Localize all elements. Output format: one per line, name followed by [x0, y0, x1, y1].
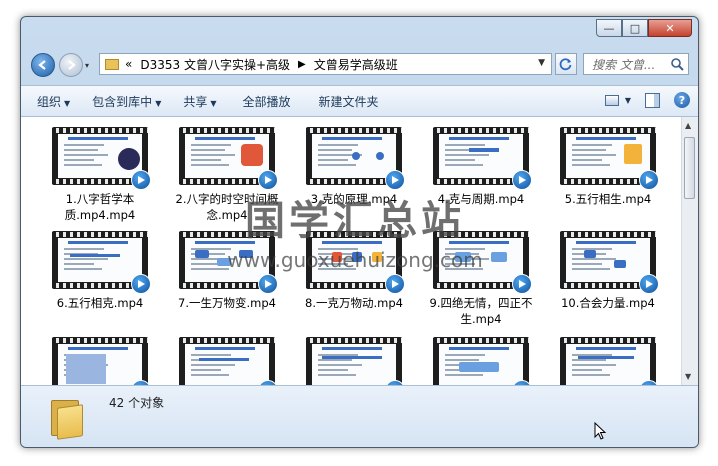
file-item[interactable] [426, 337, 536, 385]
search-input[interactable]: 搜索 文曾... [592, 56, 655, 73]
file-name: 3.克的原理.mp4 [310, 192, 398, 206]
media-player-icon [385, 274, 405, 294]
video-thumbnail[interactable] [179, 337, 278, 385]
file-item[interactable]: 8.一克万物动.mp4 [299, 231, 409, 311]
scrollbar-thumb[interactable] [684, 137, 695, 199]
media-player-icon [385, 170, 405, 190]
recent-pages-button[interactable]: ▾ [85, 61, 89, 70]
scroll-down-icon[interactable]: ▼ [685, 372, 691, 381]
video-thumbnail[interactable] [306, 127, 405, 190]
navigation-row: ▾ « D3353 文曾八字实操+高级 ▶ 文曾易学高级班 ▼ 搜索 文曾... [21, 49, 698, 81]
video-thumbnail[interactable] [306, 231, 405, 294]
video-thumbnail[interactable] [560, 337, 659, 385]
media-player-icon [131, 170, 151, 190]
file-name: 8.一克万物动.mp4 [305, 296, 403, 310]
play-all-button[interactable]: 全部播放 [243, 93, 291, 110]
change-view-icon[interactable] [604, 94, 619, 106]
scroll-up-icon[interactable]: ▲ [685, 121, 691, 130]
file-item[interactable]: 1.八字哲学本质.mp4.mp4 [45, 127, 155, 223]
view-controls: ▼ ? [604, 92, 690, 108]
chevron-down-icon: ▼ [210, 98, 217, 108]
file-item[interactable] [45, 337, 155, 385]
refresh-button[interactable] [555, 53, 577, 75]
video-thumbnail[interactable] [560, 127, 659, 190]
video-thumbnail[interactable] [52, 337, 151, 385]
media-player-icon [639, 274, 659, 294]
help-icon[interactable]: ? [674, 92, 690, 108]
close-button[interactable]: ✕ [648, 19, 692, 37]
file-item[interactable]: 7.一生万物变.mp4 [172, 231, 282, 311]
breadcrumb-overflow[interactable]: « [125, 57, 132, 71]
file-list: 1.八字哲学本质.mp4.mp4 2.八字的时空时间概念.mp4 3.克的原理.mp… [21, 117, 681, 385]
file-item[interactable]: 10.合会力量.mp4 [553, 231, 663, 311]
preview-pane-icon[interactable] [645, 92, 660, 108]
file-name: 4.克与周期.mp4 [437, 192, 525, 206]
file-name: 1.八字哲学本质.mp4.mp4 [64, 192, 136, 222]
folder-icon [49, 398, 83, 440]
include-in-library-menu[interactable]: 包含到库中 ▼ [92, 93, 161, 110]
breadcrumb-item-current[interactable]: 文曾易学高级班 [314, 56, 398, 73]
video-thumbnail[interactable] [433, 231, 532, 294]
file-item[interactable]: 5.五行相生.mp4 [553, 127, 663, 207]
chevron-down-icon: ▼ [155, 98, 162, 108]
refresh-icon [559, 58, 572, 71]
file-name: 7.一生万物变.mp4 [178, 296, 276, 310]
forward-button[interactable] [59, 53, 83, 77]
maximize-button[interactable]: □ [622, 19, 648, 37]
chevron-down-icon: ▼ [64, 98, 71, 108]
folder-icon [105, 58, 119, 70]
video-thumbnail[interactable] [52, 127, 151, 190]
file-name: 2.八字的时空时间概念.mp4 [175, 192, 279, 222]
organize-menu[interactable]: 组织 ▼ [37, 93, 70, 110]
file-item[interactable] [299, 337, 409, 385]
media-player-icon [512, 274, 532, 294]
file-item[interactable]: 3.克的原理.mp4 [299, 127, 409, 207]
file-item[interactable]: 4.克与周期.mp4 [426, 127, 536, 207]
include-in-library-label: 包含到库中 [92, 94, 153, 109]
video-thumbnail[interactable] [179, 231, 278, 294]
arrow-left-icon [38, 60, 46, 70]
media-player-icon [512, 170, 532, 190]
media-player-icon [258, 170, 278, 190]
media-player-icon [258, 274, 278, 294]
file-item[interactable]: 6.五行相克.mp4 [45, 231, 155, 311]
caption-buttons: — □ ✕ [596, 19, 692, 37]
address-dropdown-button[interactable]: ▼ [538, 58, 545, 68]
breadcrumb-separator-icon[interactable]: ▶ [298, 59, 306, 70]
file-name: 10.合会力量.mp4 [561, 296, 655, 310]
share-menu[interactable]: 共享 ▼ [183, 93, 216, 110]
breadcrumb-item-parent[interactable]: D3353 文曾八字实操+高级 [140, 56, 290, 73]
search-icon[interactable] [670, 57, 684, 71]
back-button[interactable] [31, 53, 55, 77]
media-player-icon [639, 170, 659, 190]
search-box[interactable]: 搜索 文曾... [583, 53, 689, 75]
video-thumbnail[interactable] [179, 127, 278, 190]
share-label: 共享 [183, 94, 208, 109]
file-name: 5.五行相生.mp4 [564, 192, 652, 206]
new-folder-button[interactable]: 新建文件夹 [319, 93, 379, 110]
vertical-scrollbar[interactable]: ▲ ▼ [681, 117, 698, 385]
video-thumbnail[interactable] [433, 127, 532, 190]
file-item[interactable]: 2.八字的时空时间概念.mp4 [172, 127, 282, 223]
object-count: 42 个对象 [109, 396, 165, 410]
file-item[interactable] [553, 337, 663, 385]
video-thumbnail[interactable] [560, 231, 659, 294]
organize-label: 组织 [37, 94, 62, 109]
file-item[interactable] [172, 337, 282, 385]
file-item[interactable]: 9.四绝无情，四正不生.mp4 [426, 231, 536, 327]
address-bar[interactable]: « D3353 文曾八字实操+高级 ▶ 文曾易学高级班 ▼ [99, 53, 552, 75]
explorer-window: — □ ✕ ▾ « D3353 文曾八字实操+高级 ▶ 文曾易学高级班 ▼ 搜索… [20, 16, 699, 448]
video-thumbnail[interactable] [306, 337, 405, 385]
view-dropdown-icon[interactable]: ▼ [625, 96, 631, 105]
file-name: 6.五行相克.mp4 [56, 296, 144, 310]
video-thumbnail[interactable] [433, 337, 532, 385]
file-name: 9.四绝无情，四正不生.mp4 [429, 296, 533, 326]
video-thumbnail[interactable] [52, 231, 151, 294]
command-bar: 组织 ▼ 包含到库中 ▼ 共享 ▼ 全部播放 新建文件夹 ▼ ? [21, 85, 698, 117]
minimize-button[interactable]: — [596, 19, 622, 37]
arrow-right-icon [68, 60, 76, 70]
media-player-icon [131, 274, 151, 294]
